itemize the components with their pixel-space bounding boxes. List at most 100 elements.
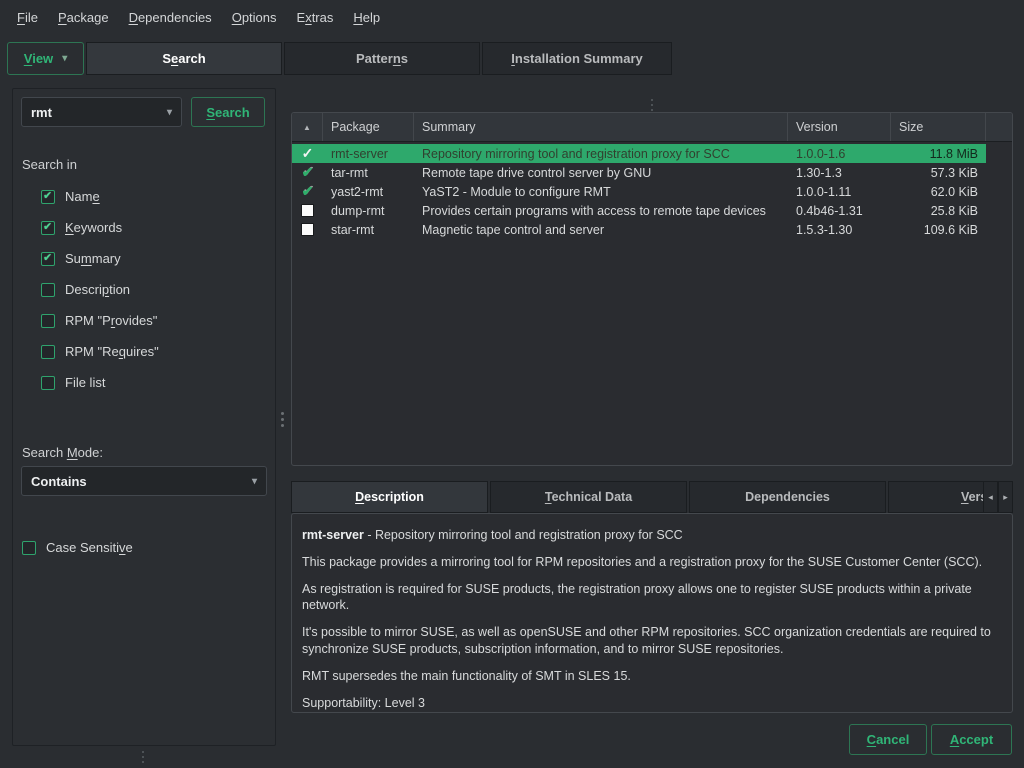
checkbox-label: File list: [65, 375, 105, 390]
package-name: tar-rmt: [323, 166, 414, 180]
checkbox-box: [41, 314, 55, 328]
search-sidebar: rmt ▾ Search Search in Name Keywords Sum…: [12, 88, 276, 746]
search-in-filter-list: Name Keywords Summary Description RPM "P…: [41, 181, 159, 398]
checkbox-rpm-requires[interactable]: RPM "Requires": [41, 336, 159, 367]
table-row-tar-rmt[interactable]: tar-rmt Remote tape drive control server…: [292, 163, 986, 182]
description-paragraph: RMT supersedes the main functionality of…: [302, 668, 1002, 685]
menu-extras[interactable]: Extras: [296, 8, 335, 27]
search-button-label: Search: [206, 105, 249, 120]
description-title-rest: - Repository mirroring tool and registra…: [364, 528, 683, 542]
table-row-rmt-server[interactable]: rmt-server Repository mirroring tool and…: [292, 144, 986, 163]
sidebar-splitter-handle[interactable]: [142, 751, 144, 763]
table-row-star-rmt[interactable]: star-rmt Magnetic tape control and serve…: [292, 220, 986, 239]
search-mode-label: Search Mode:: [22, 445, 103, 460]
package-version: 1.0.0-1.6: [788, 147, 891, 161]
view-button[interactable]: View ▾: [7, 42, 84, 75]
package-summary: Repository mirroring tool and registrati…: [414, 147, 788, 161]
package-name: yast2-rmt: [323, 185, 414, 199]
description-paragraph: This package provides a mirroring tool f…: [302, 554, 1002, 571]
tab-description[interactable]: Description: [291, 481, 488, 513]
view-tab-row: View ▾ Search Patterns Installation Summ…: [7, 42, 672, 75]
checkbox-description[interactable]: Description: [41, 274, 159, 305]
accept-button[interactable]: Accept: [931, 724, 1012, 755]
details-tab-bar: Description Technical Data Dependencies …: [291, 481, 1013, 513]
checkbox-summary[interactable]: Summary: [41, 243, 159, 274]
tab-dependencies[interactable]: Dependencies: [689, 481, 886, 513]
chevron-down-icon: ▾: [62, 53, 67, 64]
chevron-down-icon: ▾: [252, 476, 257, 487]
checkbox-box: [41, 190, 55, 204]
column-header-package[interactable]: Package: [323, 113, 414, 141]
pane-splitter-handle[interactable]: [281, 412, 284, 427]
table-row-dump-rmt[interactable]: dump-rmt Provides certain programs with …: [292, 201, 986, 220]
checkbox-file-list[interactable]: File list: [41, 367, 159, 398]
cancel-button[interactable]: Cancel: [849, 724, 927, 755]
package-status-icon: [302, 183, 314, 200]
description-paragraph: As registration is required for SUSE pro…: [302, 581, 1002, 614]
package-status-icon: [301, 204, 314, 217]
tab-technical-data-label: Technical Data: [545, 490, 632, 504]
package-status-icon: [302, 145, 314, 162]
package-name: dump-rmt: [323, 204, 414, 218]
view-button-label: View: [24, 51, 53, 66]
checkbox-label: Keywords: [65, 220, 122, 235]
package-version: 1.0.0-1.11: [788, 185, 891, 199]
scroll-right-icon[interactable]: ▸: [998, 481, 1013, 513]
sort-ascending-icon: ▲: [303, 123, 311, 132]
package-summary: YaST2 - Module to configure RMT: [414, 185, 788, 199]
menu-file[interactable]: File: [16, 8, 39, 27]
table-splitter-handle[interactable]: [651, 99, 653, 111]
menu-dependencies[interactable]: Dependencies: [128, 8, 213, 27]
checkbox-keywords[interactable]: Keywords: [41, 212, 159, 243]
column-header-filler: [986, 113, 1012, 141]
package-version: 0.4b46-1.31: [788, 204, 891, 218]
menu-package[interactable]: Package: [57, 8, 110, 27]
search-mode-value: Contains: [31, 474, 87, 489]
package-table-pane: ▲ Package Summary Version Size rmt-serve…: [291, 112, 1013, 466]
column-header-summary[interactable]: Summary: [414, 113, 788, 141]
table-row-yast2-rmt[interactable]: yast2-rmt YaST2 - Module to configure RM…: [292, 182, 986, 201]
checkbox-box: [41, 252, 55, 266]
package-size: 62.0 KiB: [891, 185, 986, 199]
package-version: 1.30-1.3: [788, 166, 891, 180]
description-paragraph: Supportability: Level 3: [302, 695, 1002, 712]
checkbox-box: [22, 541, 36, 555]
package-size: 57.3 KiB: [891, 166, 986, 180]
checkbox-label: RPM "Requires": [65, 344, 159, 359]
checkbox-name[interactable]: Name: [41, 181, 159, 212]
package-table-body: rmt-server Repository mirroring tool and…: [292, 142, 1012, 239]
menu-options[interactable]: Options: [231, 8, 278, 27]
column-header-status[interactable]: ▲: [292, 113, 323, 141]
chevron-down-icon: ▾: [167, 107, 172, 118]
tab-patterns[interactable]: Patterns: [284, 42, 480, 75]
menu-help[interactable]: Help: [352, 8, 381, 27]
tab-patterns-label: Patterns: [356, 51, 408, 66]
tab-installation-summary[interactable]: Installation Summary: [482, 42, 672, 75]
package-version: 1.5.3-1.30: [788, 223, 891, 237]
checkbox-rpm-provides[interactable]: RPM "Provides": [41, 305, 159, 336]
search-input[interactable]: rmt ▾: [21, 97, 182, 127]
search-mode-select[interactable]: Contains ▾: [21, 466, 267, 496]
accept-button-label: Accept: [950, 732, 993, 747]
package-summary: Remote tape drive control server by GNU: [414, 166, 788, 180]
package-size: 25.8 KiB: [891, 204, 986, 218]
package-name: rmt-server: [323, 147, 414, 161]
package-description-pane: rmt-server - Repository mirroring tool a…: [291, 513, 1013, 713]
checkbox-case-sensitive[interactable]: Case Sensitive: [22, 532, 133, 563]
tab-technical-data[interactable]: Technical Data: [490, 481, 687, 513]
search-button[interactable]: Search: [191, 97, 265, 127]
tab-installation-summary-label: Installation Summary: [511, 51, 643, 66]
tab-search[interactable]: Search: [86, 42, 282, 75]
column-header-size[interactable]: Size: [891, 113, 986, 141]
column-header-version[interactable]: Version: [788, 113, 891, 141]
search-in-label: Search in: [22, 157, 77, 172]
scroll-left-icon[interactable]: ◂: [983, 481, 998, 513]
checkbox-box: [41, 221, 55, 235]
checkbox-label: Name: [65, 189, 100, 204]
description-title: rmt-server - Repository mirroring tool a…: [302, 527, 1002, 544]
cancel-button-label: Cancel: [867, 732, 910, 747]
checkbox-box: [41, 376, 55, 390]
tab-scroll-buttons: ◂ ▸: [983, 481, 1013, 513]
package-table-header: ▲ Package Summary Version Size: [292, 113, 1012, 142]
tab-dependencies-label: Dependencies: [745, 490, 830, 504]
